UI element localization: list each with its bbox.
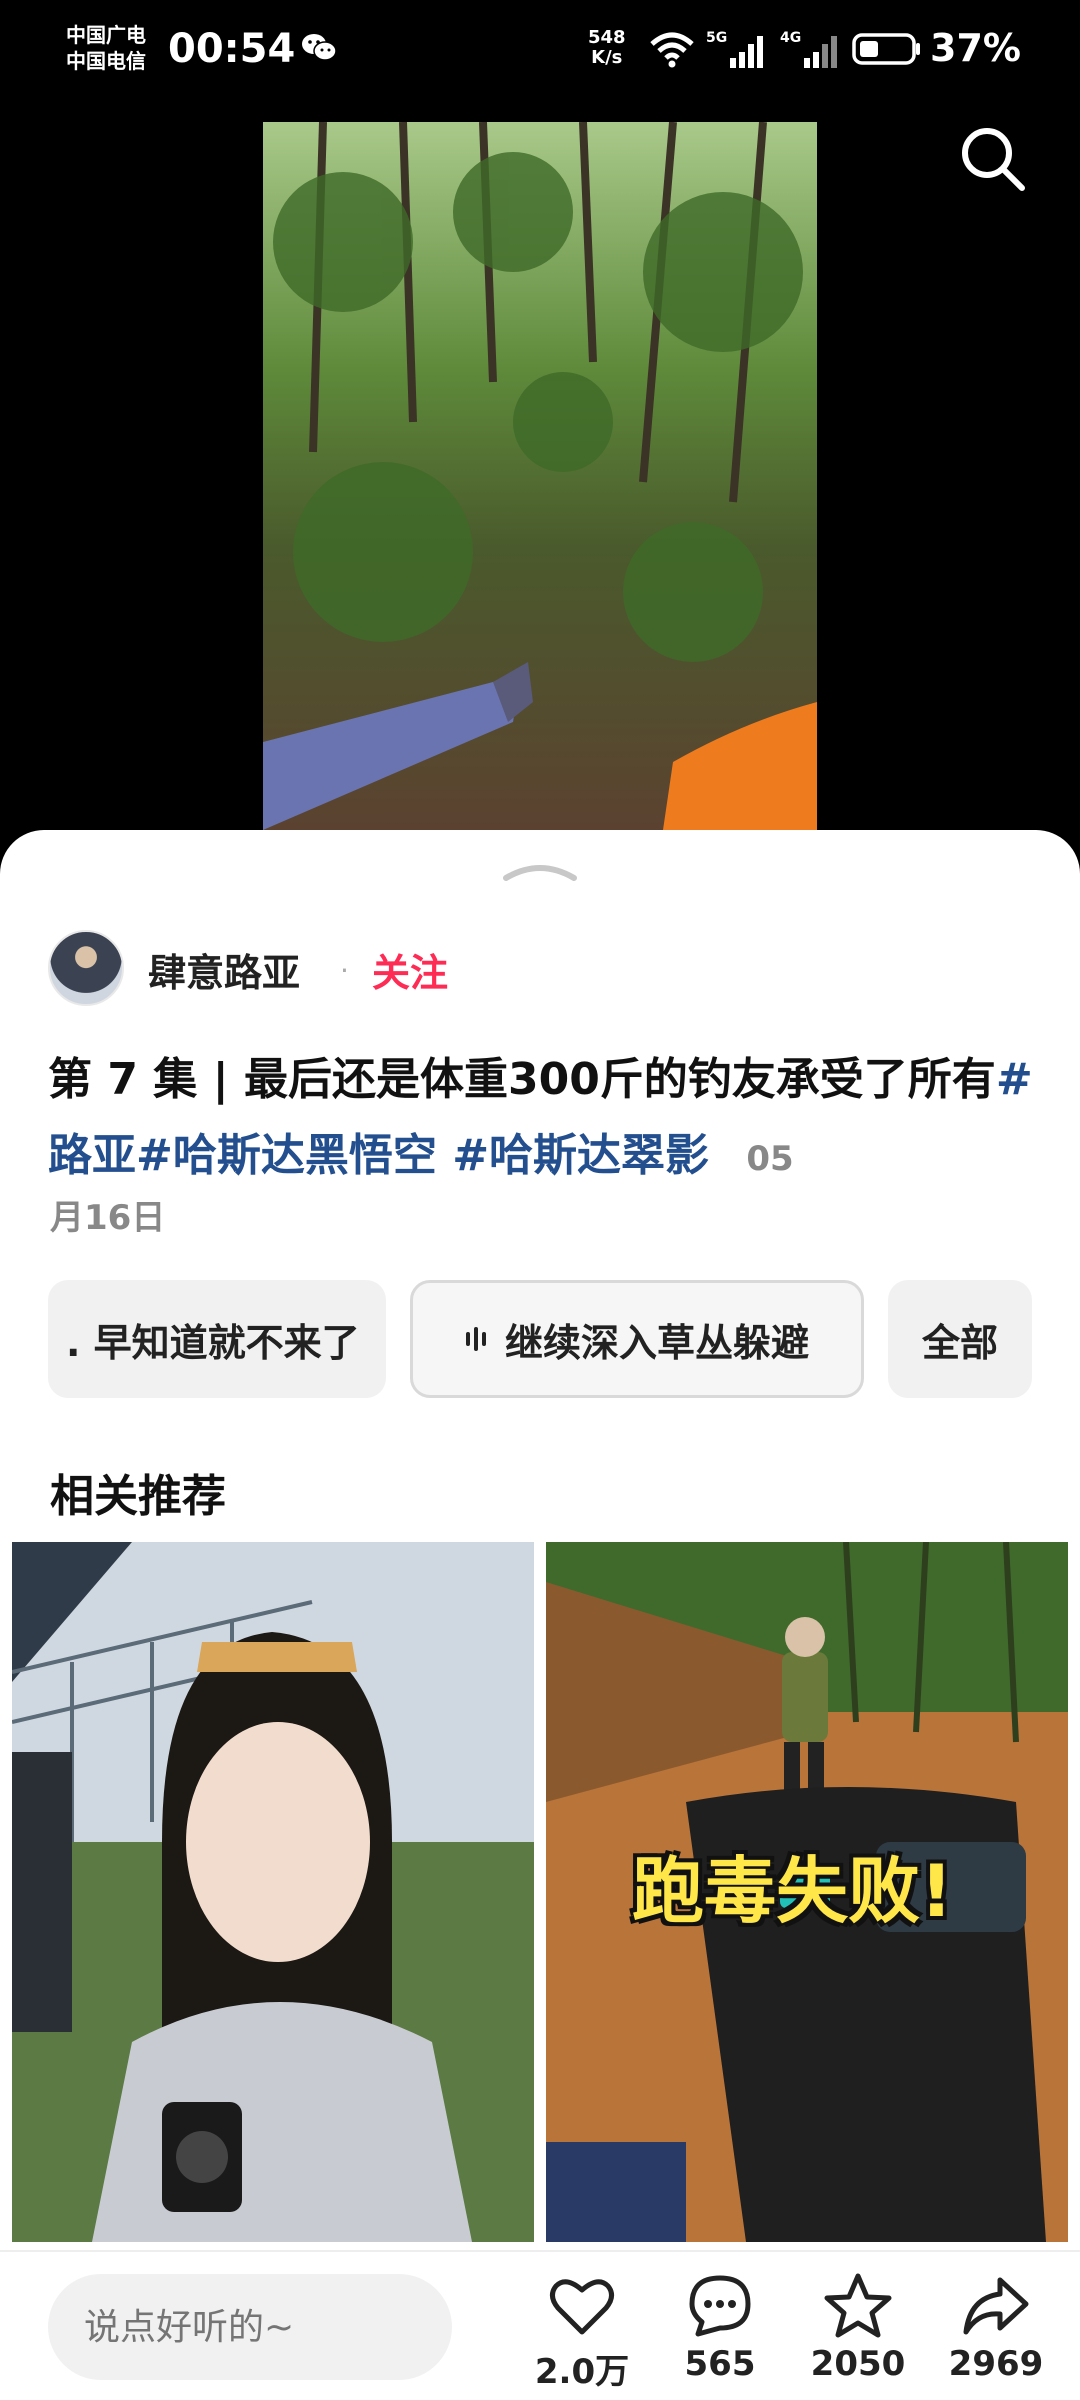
separator-dot: · — [340, 954, 349, 987]
video-frame-image — [263, 122, 817, 830]
author-name[interactable]: 肆意路亚 — [148, 942, 300, 997]
search-icon[interactable] — [954, 120, 1032, 198]
share-button[interactable]: 2969 — [936, 2270, 1056, 2384]
favorite-count: 2050 — [810, 2344, 906, 2384]
heart-icon — [550, 2279, 614, 2335]
card-thumbnail — [12, 1542, 534, 2242]
carrier-2: 中国电信 — [66, 49, 146, 73]
signal-4g-icon: 4G — [780, 30, 837, 68]
wifi-icon — [650, 32, 694, 68]
post-date-part1: 05 — [746, 1139, 794, 1179]
clock: 00:54 — [168, 26, 296, 72]
status-bar: 中国广电 中国电信 00:54 548 K/s 5G 4G 37% — [0, 0, 1080, 110]
bottom-action-bar: 2.0万 565 2050 2969 — [0, 2250, 1080, 2400]
hashtag-link[interactable]: #哈斯达翠影 — [437, 1130, 709, 1181]
net-speed: 548 K/s — [588, 28, 626, 68]
net-speed-value: 548 — [588, 27, 626, 48]
recommend-card[interactable] — [12, 1542, 534, 2242]
related-title: 相关推荐 — [50, 1471, 226, 1522]
author-avatar[interactable] — [48, 930, 124, 1006]
share-count: 2969 — [948, 2344, 1044, 2384]
post-title-text: 第 7 集 | 最后还是体重300斤的钓友承受了所有 — [48, 1054, 996, 1105]
like-button[interactable]: 2.0万 — [522, 2270, 642, 2393]
sig2-label: 4G — [780, 30, 801, 46]
signal-5g-icon: 5G — [706, 30, 763, 68]
wechat-icon — [302, 34, 337, 61]
hashtag-link[interactable]: #哈斯达黑悟空 — [136, 1130, 437, 1181]
carrier-1: 中国广电 — [66, 23, 146, 47]
battery-icon — [852, 33, 920, 65]
share-arrow-icon — [963, 2277, 1029, 2335]
recommend-card[interactable]: 跑毒失败! — [546, 1542, 1068, 2242]
carrier-names: 中国广电 中国电信 — [66, 22, 146, 74]
collapse-handle-icon[interactable] — [500, 858, 580, 884]
net-speed-unit: K/s — [591, 47, 623, 68]
battery-percent: 37% — [930, 26, 1021, 70]
episode-chips: . 早知道就不来了 继续深入草丛躲避 全部 — [0, 1280, 1080, 1402]
post-title: 第 7 集 | 最后还是体重300斤的钓友承受了所有#路亚#哈斯达黑悟空 #哈斯… — [48, 1042, 1038, 1197]
comment-input[interactable] — [48, 2274, 452, 2380]
episode-chip-current[interactable]: 继续深入草丛躲避 — [410, 1280, 864, 1398]
favorite-button[interactable]: 2050 — [798, 2270, 918, 2384]
comment-button[interactable]: 565 — [660, 2270, 780, 2384]
all-episodes-label: 全部 — [921, 1320, 998, 1365]
comment-bubble-icon — [689, 2275, 751, 2337]
episode-chip[interactable]: . 早知道就不来了 — [48, 1280, 386, 1398]
like-count: 2.0万 — [534, 2352, 630, 2392]
all-episodes-button[interactable]: 全部 — [888, 1280, 1032, 1398]
episode-chip-label: 继续深入草丛躲避 — [505, 1320, 810, 1365]
comment-count: 565 — [684, 2344, 756, 2384]
playing-wave-icon — [466, 1327, 486, 1351]
episode-chip-label: . 早知道就不来了 — [66, 1320, 360, 1365]
follow-button[interactable]: 关注 — [372, 942, 448, 997]
card-overlay-text: 跑毒失败! — [632, 1849, 953, 1933]
video-player[interactable] — [263, 122, 817, 830]
star-icon — [824, 2273, 892, 2338]
info-sheet: 肆意路亚 · 关注 第 7 集 | 最后还是体重300斤的钓友承受了所有#路亚#… — [0, 830, 1080, 2250]
sig1-label: 5G — [706, 30, 727, 46]
post-date-part2: 月16日 — [50, 1198, 166, 1238]
